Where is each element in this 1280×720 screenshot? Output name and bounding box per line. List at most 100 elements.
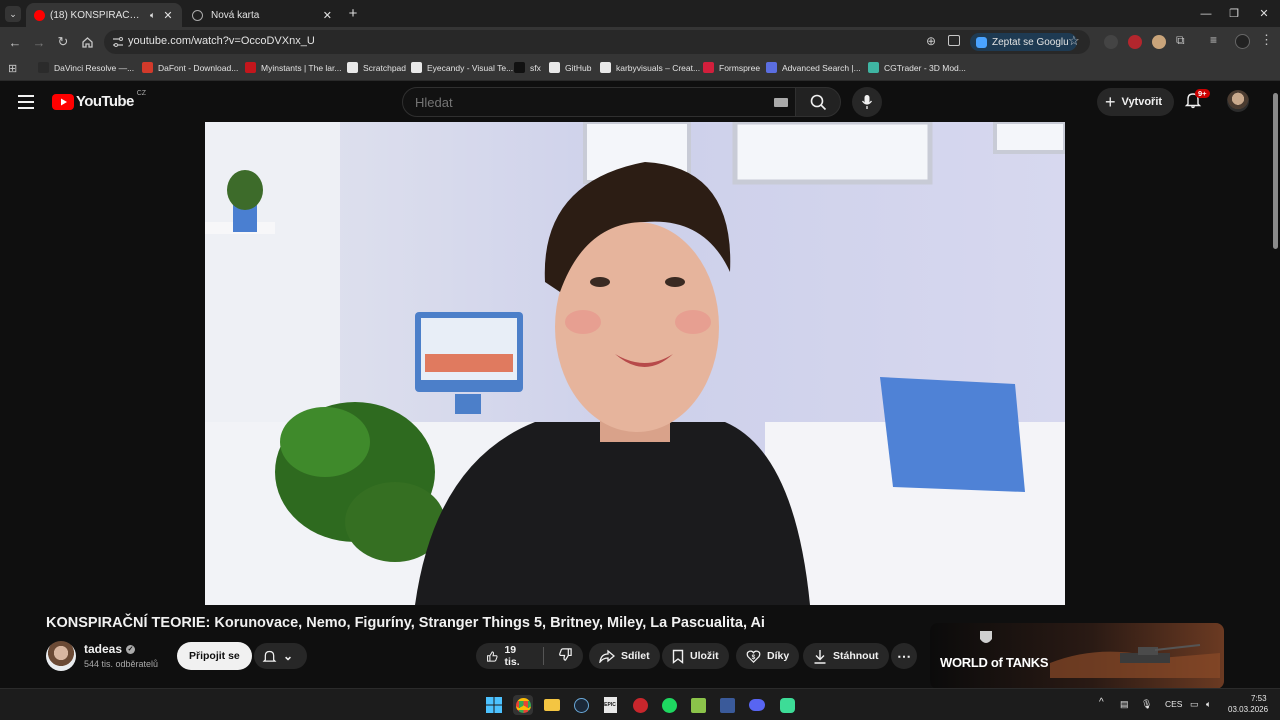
close-window-button[interactable]: ✕ — [1246, 0, 1280, 27]
taskbar-epic[interactable]: EPIC — [600, 695, 620, 715]
bookmark-favicon-icon — [514, 62, 525, 73]
bookmark-item[interactable]: karbyvisuals – Creat... — [600, 62, 700, 73]
video-player[interactable] — [0, 122, 1270, 605]
search-input[interactable] — [415, 95, 755, 110]
forward-button[interactable]: → — [28, 31, 50, 53]
tab-new[interactable]: Nová karta ✕ — [184, 3, 340, 27]
tray-microphone-icon[interactable]: 🎙︎ — [1141, 699, 1152, 710]
windows-start-button[interactable] — [484, 695, 504, 715]
share-button[interactable]: Sdílet — [589, 643, 660, 669]
download-button[interactable]: Stáhnout — [803, 643, 889, 669]
url-text[interactable]: youtube.com/watch?v=OccoDVXnx_U — [128, 35, 315, 47]
clock-time[interactable]: 7:53 — [1251, 694, 1267, 703]
video-frame[interactable] — [205, 122, 1065, 605]
like-button[interactable]: 19 tis. — [486, 644, 529, 668]
volume-icon[interactable]: 🔈︎ — [1206, 699, 1211, 710]
bookmark-item[interactable]: CGTrader - 3D Mod... — [868, 62, 966, 73]
channel-avatar[interactable] — [46, 641, 76, 671]
speaker-icon[interactable]: 🔈︎ — [150, 10, 155, 21]
media-controls-icon[interactable]: ≡ — [1210, 33, 1217, 47]
bookmark-item[interactable]: sfx — [514, 62, 541, 73]
discord-icon — [749, 699, 765, 711]
share-label: Sdílet — [621, 650, 650, 662]
channel-name[interactable]: tadeas — [84, 642, 122, 656]
more-actions-button[interactable]: ⋯ — [891, 643, 917, 669]
address-bar[interactable]: youtube.com/watch?v=OccoDVXnx_U ⊕ Zeptat… — [104, 30, 1090, 54]
taskbar-app-mint[interactable] — [777, 695, 797, 715]
cast-icon[interactable] — [948, 35, 960, 46]
tray-app-icon[interactable]: ▤ — [1120, 699, 1129, 710]
search-button[interactable] — [795, 87, 841, 117]
dislike-button[interactable] — [558, 647, 573, 665]
bookmark-label: DaVinci Resolve —... — [54, 62, 135, 73]
bookmark-favicon-icon — [411, 62, 422, 73]
menu-kebab-icon[interactable]: ⋮ — [1260, 32, 1273, 48]
close-tab-icon[interactable]: ✕ — [163, 9, 172, 22]
bookmark-item[interactable]: Formspree — [703, 62, 760, 73]
bookmark-item[interactable]: DaVinci Resolve —... — [38, 62, 134, 73]
taskbar-app-photo[interactable] — [717, 695, 737, 715]
profile-avatar-icon[interactable] — [1235, 34, 1250, 49]
tab-youtube[interactable]: (18) KONSPIRAČNÍ TEORIE 🔈︎ ✕ — [26, 3, 182, 27]
sidebar-ad[interactable]: WORLD of TANKS — [930, 623, 1224, 689]
bookmark-item[interactable]: Advanced Search |... — [766, 62, 861, 73]
apps-grid-icon[interactable]: ⊞ — [8, 62, 17, 75]
clock-date[interactable]: 03.03.2026 — [1228, 705, 1268, 714]
search-icon — [810, 94, 826, 110]
reload-button[interactable]: ↻ — [52, 31, 74, 53]
new-tab-button[interactable]: + — [340, 0, 366, 27]
create-button[interactable]: + Vytvořit — [1097, 88, 1174, 116]
bookmark-label: Eyecandy - Visual Te... — [427, 62, 514, 73]
home-button[interactable] — [76, 31, 98, 53]
ask-google-button[interactable]: Zeptat se Googlu — [970, 33, 1077, 51]
puzzle-extensions-icon[interactable]: ⧉ — [1176, 33, 1185, 48]
channel-name-row[interactable]: tadeas ✓ — [84, 642, 136, 656]
tab-label: (18) KONSPIRAČNÍ TEORIE — [50, 9, 144, 21]
bookmark-label: karbyvisuals – Creat... — [616, 62, 701, 73]
youtube-logo[interactable]: YouTube CZ — [52, 90, 146, 110]
taskbar-app-green[interactable] — [688, 695, 708, 715]
bookmark-item[interactable]: Eyecandy - Visual Te... — [411, 62, 513, 73]
subscribe-button[interactable]: Připojit se — [177, 642, 252, 670]
bookmark-label: Advanced Search |... — [782, 62, 861, 73]
bookmark-item[interactable]: Myinstants | The lar... — [245, 62, 341, 73]
notifications-button[interactable]: 9+ — [1184, 89, 1210, 111]
bookmark-star-icon[interactable]: ☆ — [1068, 33, 1080, 49]
hamburger-menu-icon[interactable] — [18, 95, 34, 109]
network-icon[interactable]: ▭ — [1190, 699, 1199, 710]
taskbar-chrome[interactable] — [513, 695, 533, 715]
site-settings-icon[interactable] — [112, 36, 124, 48]
taskbar-spotify[interactable] — [659, 695, 679, 715]
zoom-icon[interactable]: ⊕ — [926, 34, 936, 48]
spotify-icon — [661, 697, 677, 713]
bookmark-item[interactable]: Scratchpad — [347, 62, 406, 73]
account-avatar[interactable] — [1227, 90, 1249, 112]
bookmark-item[interactable]: DaFont - Download... — [142, 62, 238, 73]
back-button[interactable]: ← — [4, 31, 26, 53]
page-scrollbar[interactable] — [1270, 81, 1280, 688]
plus-icon: + — [1105, 92, 1116, 112]
tab-search-button[interactable]: ⌄ — [2, 0, 24, 27]
taskbar-explorer[interactable] — [542, 695, 562, 715]
subscribe-label: Připojit se — [189, 650, 240, 662]
thanks-button[interactable]: $ Díky — [736, 643, 800, 669]
voice-search-button[interactable] — [852, 87, 882, 117]
taskbar-discord[interactable] — [747, 695, 767, 715]
video-title: KONSPIRAČNÍ TEORIE: Korunovace, Nemo, Fi… — [46, 615, 765, 631]
extension-red-icon[interactable] — [1128, 35, 1142, 49]
subscriber-count: 544 tis. odběratelů — [84, 659, 159, 669]
steam-icon — [573, 697, 589, 713]
notification-bell-button[interactable]: ⌄ — [254, 643, 307, 669]
scrollbar-thumb[interactable] — [1273, 93, 1278, 249]
extension-cookie-icon[interactable] — [1152, 35, 1166, 49]
keyboard-language[interactable]: CES — [1165, 699, 1182, 709]
more-horizontal-icon: ⋯ — [897, 647, 911, 664]
taskbar-steam[interactable] — [571, 695, 591, 715]
tray-overflow-chevron-icon[interactable]: ^ — [1099, 697, 1104, 708]
bookmark-item[interactable]: GitHub — [549, 62, 591, 73]
taskbar-app-red[interactable] — [630, 695, 650, 715]
close-tab-icon[interactable]: ✕ — [323, 9, 332, 22]
keyboard-icon[interactable] — [774, 98, 788, 107]
save-button[interactable]: Uložit — [662, 643, 729, 669]
extension-icon[interactable] — [1104, 35, 1118, 49]
